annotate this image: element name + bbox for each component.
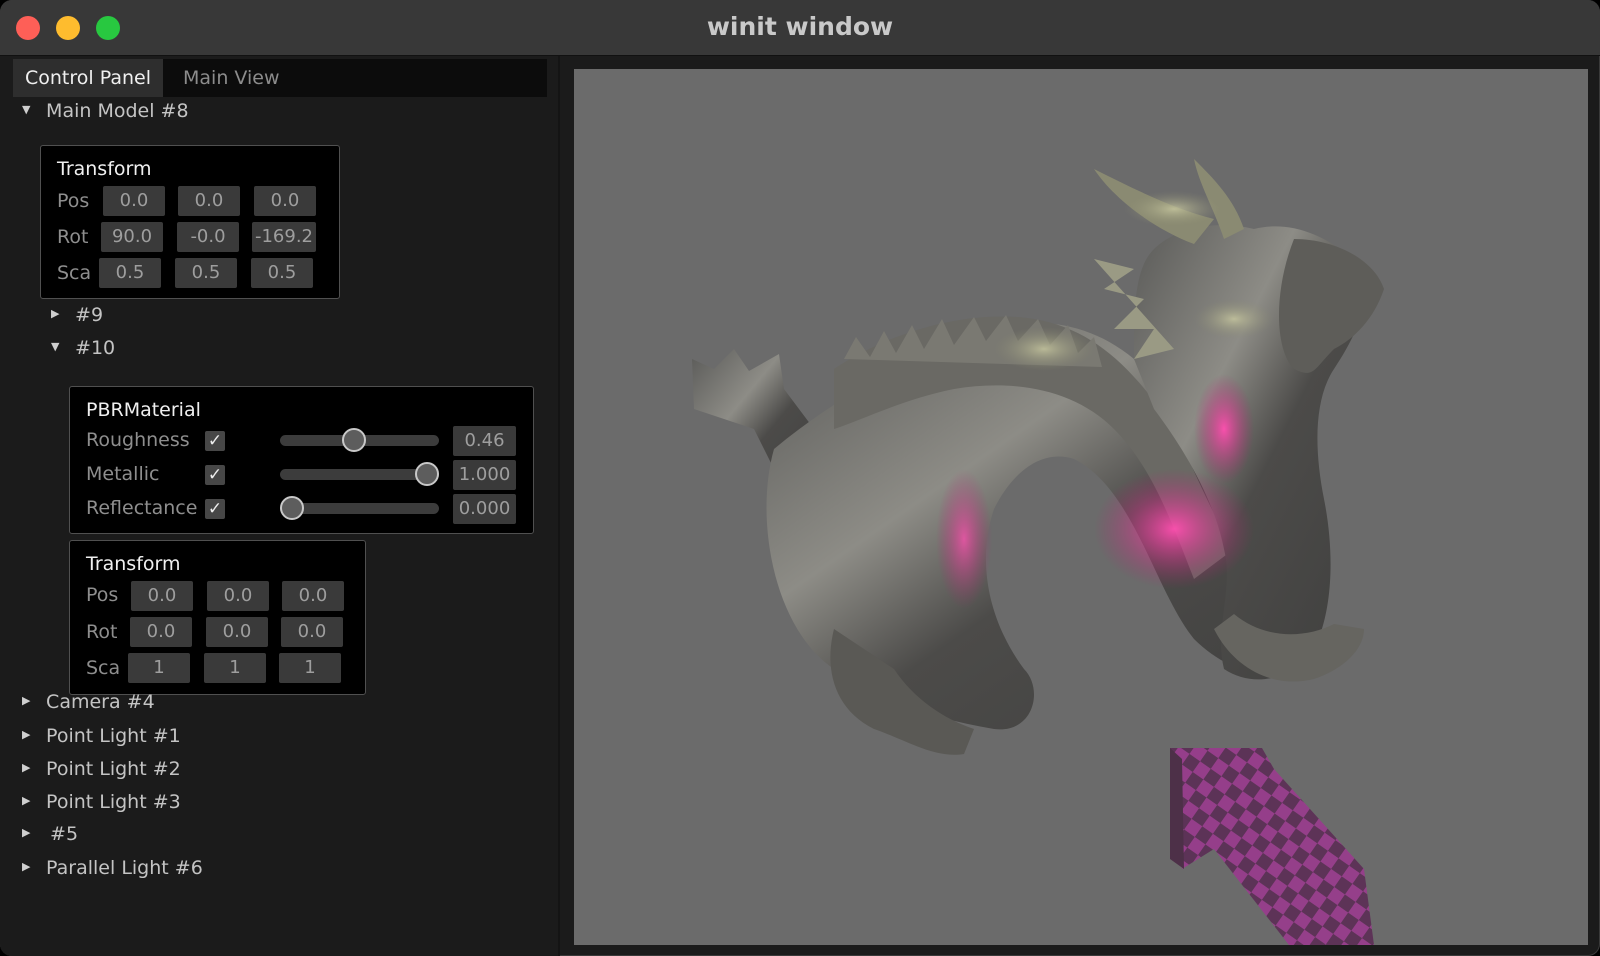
- transform-panel-child: Transform Pos 0.0 0.0 0.0 Rot 0.0 0.0 0.…: [69, 540, 366, 695]
- dragon-model-shape: [692, 159, 1384, 755]
- transform-title: Transform: [57, 158, 152, 180]
- roughness-label: Roughness: [86, 429, 190, 451]
- main-view-viewport[interactable]: [574, 69, 1588, 945]
- sca-z-field[interactable]: 0.5: [251, 258, 313, 288]
- expanded-arrow-icon: ▼: [51, 340, 60, 353]
- floor-box-shape: [1170, 748, 1374, 945]
- rot-y-field[interactable]: 0.0: [206, 617, 268, 647]
- tree-node-label: Parallel Light #6: [46, 857, 203, 879]
- pos-y-field[interactable]: 0.0: [207, 581, 269, 611]
- control-panel: Control Panel Main View ▼ Main Model #8 …: [0, 56, 558, 956]
- tree-node-5[interactable]: ▶ #5: [22, 823, 78, 845]
- tab-main-view[interactable]: Main View: [171, 59, 291, 97]
- tree-node-parallel-light[interactable]: ▶ Parallel Light #6: [22, 857, 203, 879]
- collapsed-arrow-icon: ▶: [22, 728, 31, 741]
- sca-x-field[interactable]: 1: [128, 653, 190, 683]
- tree-node-label: Point Light #3: [46, 791, 181, 813]
- rot-label: Rot: [86, 621, 118, 643]
- panel-divider[interactable]: [558, 56, 560, 956]
- sca-x-field[interactable]: 0.5: [99, 258, 161, 288]
- tab-bar: Control Panel Main View: [13, 59, 547, 97]
- metallic-value-field[interactable]: 1.000: [453, 460, 516, 490]
- roughness-value-field[interactable]: 0.46: [453, 426, 516, 456]
- tree-node-child-9[interactable]: ▶ #9: [51, 304, 103, 326]
- window-title: winit window: [706, 12, 894, 41]
- pos-x-field[interactable]: 0.0: [131, 581, 193, 611]
- rot-x-field[interactable]: 90.0: [101, 222, 163, 252]
- tree-node-main-model[interactable]: ▼ Main Model #8: [22, 100, 189, 122]
- tree-node-label: Point Light #2: [46, 758, 181, 780]
- pbr-material-panel: PBRMaterial Roughness ✓ 0.46 Metallic ✓ …: [69, 386, 534, 534]
- tree-node-point-light-3[interactable]: ▶ Point Light #3: [22, 791, 181, 813]
- sca-y-field[interactable]: 0.5: [175, 258, 237, 288]
- tree-node-camera[interactable]: ▶ Camera #4: [22, 691, 155, 713]
- tab-control-panel[interactable]: Control Panel: [13, 59, 163, 97]
- rot-z-field[interactable]: -169.2: [252, 222, 316, 252]
- tree-node-label: #5: [50, 823, 79, 845]
- tree-node-child-10[interactable]: ▼ #10: [51, 337, 115, 359]
- sca-label: Sca: [86, 657, 121, 679]
- transform-title: Transform: [86, 553, 181, 575]
- collapsed-arrow-icon: ▶: [22, 794, 31, 807]
- reflectance-slider-handle[interactable]: [280, 496, 304, 520]
- pos-z-field[interactable]: 0.0: [282, 581, 344, 611]
- sca-z-field[interactable]: 1: [279, 653, 341, 683]
- roughness-checkbox[interactable]: ✓: [205, 431, 225, 451]
- reflectance-checkbox[interactable]: ✓: [205, 499, 225, 519]
- pos-z-field[interactable]: 0.0: [254, 186, 316, 216]
- sca-y-field[interactable]: 1: [204, 653, 266, 683]
- collapsed-arrow-icon: ▶: [22, 694, 31, 707]
- tree-node-label: Camera #4: [46, 691, 155, 713]
- pos-label: Pos: [86, 584, 119, 606]
- metallic-label: Metallic: [86, 463, 160, 485]
- transform-panel-main: Transform Pos 0.0 0.0 0.0 Rot 90.0 -0.0 …: [40, 145, 340, 299]
- roughness-slider-handle[interactable]: [342, 428, 367, 452]
- metallic-slider-handle[interactable]: [415, 462, 439, 486]
- collapsed-arrow-icon: ▶: [22, 860, 31, 873]
- collapsed-arrow-icon: ▶: [51, 307, 60, 320]
- pos-label: Pos: [57, 190, 90, 212]
- tree-node-label: Main Model #8: [46, 100, 189, 122]
- metallic-checkbox[interactable]: ✓: [205, 465, 225, 485]
- tree-node-label: #10: [75, 337, 116, 359]
- tree-node-point-light-1[interactable]: ▶ Point Light #1: [22, 725, 181, 747]
- rot-label: Rot: [57, 226, 89, 248]
- tree-node-label: #9: [75, 304, 104, 326]
- app-window: winit window Control Panel Main View ▼ M…: [0, 0, 1600, 956]
- tree-node-label: Point Light #1: [46, 725, 181, 747]
- pos-x-field[interactable]: 0.0: [103, 186, 165, 216]
- sca-label: Sca: [57, 262, 92, 284]
- reflectance-value-field[interactable]: 0.000: [453, 494, 516, 524]
- expanded-arrow-icon: ▼: [22, 103, 31, 116]
- collapsed-arrow-icon: ▶: [22, 826, 31, 839]
- rot-y-field[interactable]: -0.0: [177, 222, 239, 252]
- title-bar[interactable]: winit window: [0, 0, 1600, 56]
- dragon-render: [692, 159, 1384, 945]
- rot-z-field[interactable]: 0.0: [281, 617, 343, 647]
- collapsed-arrow-icon: ▶: [22, 761, 31, 774]
- tree-node-point-light-2[interactable]: ▶ Point Light #2: [22, 758, 181, 780]
- reflectance-label: Reflectance: [86, 497, 198, 519]
- material-title: PBRMaterial: [86, 399, 201, 421]
- rot-x-field[interactable]: 0.0: [130, 617, 192, 647]
- pos-y-field[interactable]: 0.0: [178, 186, 240, 216]
